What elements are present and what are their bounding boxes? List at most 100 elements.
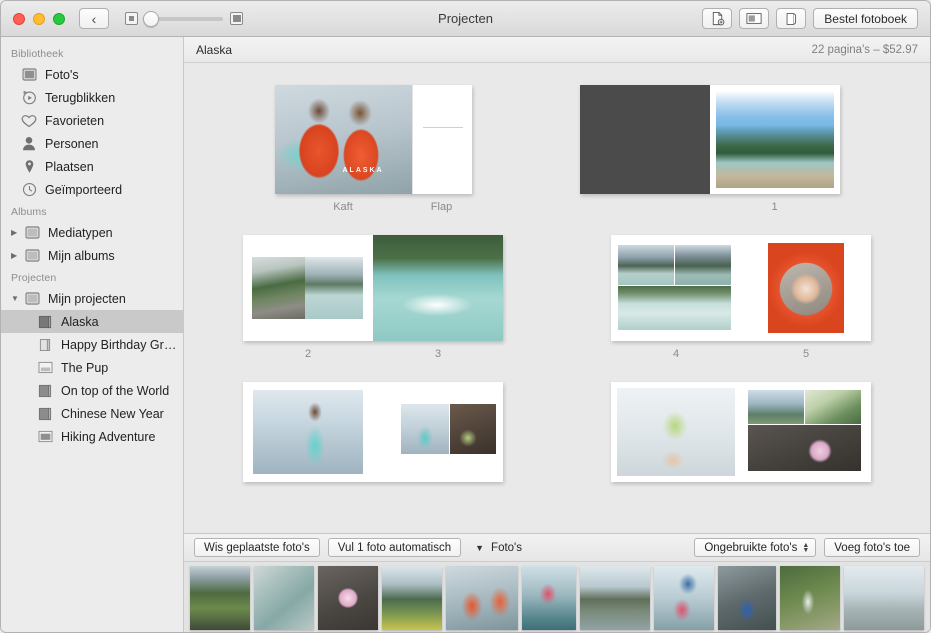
flap-page[interactable] xyxy=(412,85,472,194)
thumb-mountain-meadow[interactable] xyxy=(190,566,250,630)
spread-1[interactable]: 1 xyxy=(580,85,840,213)
sidebar-item-favorites[interactable]: Favorieten xyxy=(1,109,183,132)
spread-pages[interactable] xyxy=(243,235,503,341)
map-pin-icon xyxy=(21,159,37,175)
spread-pages[interactable]: ALASKA xyxy=(275,85,472,194)
layout-button[interactable] xyxy=(739,8,769,29)
thumb-girl-bluevest[interactable] xyxy=(718,566,776,630)
sidebar-item-label: Favorieten xyxy=(45,114,104,128)
spread-4-5[interactable]: 4 5 xyxy=(611,235,871,360)
page-2-photo-lake-reflection xyxy=(305,257,363,319)
sidebar-item-the-pup[interactable]: The Pup xyxy=(1,356,183,379)
clear-placed-photos-button[interactable]: Wis geplaatste foto's xyxy=(194,538,320,557)
sidebar-item-happy-birthday-grandma[interactable]: Happy Birthday Grandma! xyxy=(1,333,183,356)
spread-cover[interactable]: ALASKA Kaft Flap xyxy=(275,85,472,213)
spread-6-7[interactable] xyxy=(243,382,503,482)
page-2[interactable] xyxy=(243,235,373,341)
thumb-sea-anemone[interactable] xyxy=(318,566,378,630)
sidebar-item-hiking-adventure[interactable]: Hiking Adventure xyxy=(1,425,183,448)
minimize-button[interactable] xyxy=(33,13,45,25)
chevron-left-icon: ‹ xyxy=(92,12,97,26)
add-page-button[interactable] xyxy=(702,8,732,29)
photos-app-window: ‹ Projecten xyxy=(0,0,931,633)
sidebar-item-photos[interactable]: Foto's xyxy=(1,63,183,86)
page-4[interactable] xyxy=(611,235,741,341)
preview-book-button[interactable] xyxy=(776,8,806,29)
sidebar-item-label: Mediatypen xyxy=(48,226,113,240)
thumb-beach-two-people[interactable] xyxy=(844,566,924,630)
sidebar-item-on-top-of-the-world[interactable]: On top of the World xyxy=(1,379,183,402)
add-photos-button[interactable]: Voeg foto's toe xyxy=(824,538,920,557)
page-1[interactable] xyxy=(710,85,840,194)
slider-knob[interactable] xyxy=(143,11,159,27)
thumb-child-kayak[interactable] xyxy=(522,566,576,630)
thumb-hiker-trail[interactable] xyxy=(780,566,840,630)
spread-labels: 2 3 xyxy=(243,348,503,360)
spread-row: 2 3 xyxy=(184,235,930,360)
sidebar-item-chinese-new-year[interactable]: Chinese New Year xyxy=(1,402,183,425)
sidebar-item-media-types[interactable]: ▶ Mediatypen xyxy=(1,221,183,244)
sidebar-item-alaska[interactable]: Alaska xyxy=(1,310,183,333)
page-label: Kaft xyxy=(275,201,412,213)
spread-row xyxy=(184,382,930,482)
page-6-photo-girl-on-boat xyxy=(253,390,363,474)
page-9-photo-sea-anemone xyxy=(748,425,861,471)
sidebar-item-label: Mijn albums xyxy=(48,249,115,263)
disclosure-triangle-icon[interactable]: ▼ xyxy=(11,294,24,303)
page-blank-dark[interactable] xyxy=(580,85,710,194)
slideshow-icon xyxy=(37,360,53,376)
page-7[interactable] xyxy=(373,382,503,482)
sidebar-item-my-albums[interactable]: ▶ Mijn albums xyxy=(1,244,183,267)
sidebar-item-places[interactable]: Plaatsen xyxy=(1,155,183,178)
photo-filmstrip[interactable] xyxy=(184,561,930,633)
window-controls xyxy=(1,13,65,25)
book-icon xyxy=(37,383,53,399)
page-3[interactable] xyxy=(373,235,503,341)
sidebar-item-label: Hiking Adventure xyxy=(61,430,156,444)
zoom-button[interactable] xyxy=(53,13,65,25)
chevron-down-icon: ▼ xyxy=(475,543,484,553)
order-photobook-button[interactable]: Bestel fotoboek xyxy=(813,8,918,29)
toolbar-right: Bestel fotoboek xyxy=(702,8,930,29)
spread-pages[interactable] xyxy=(611,235,871,341)
page-8[interactable] xyxy=(611,382,741,482)
cover-page[interactable]: ALASKA xyxy=(275,85,412,194)
spread-pages[interactable] xyxy=(580,85,840,194)
spread-pages[interactable] xyxy=(243,382,503,482)
page-9[interactable] xyxy=(741,382,871,482)
page-add-icon xyxy=(710,11,725,26)
page-layout-icon xyxy=(746,12,762,25)
spread-8-9[interactable] xyxy=(611,382,871,482)
back-button[interactable]: ‹ xyxy=(79,8,109,29)
page-6[interactable] xyxy=(243,382,373,482)
sidebar-item-people[interactable]: Personen xyxy=(1,132,183,155)
up-down-arrows-icon: ▲▼ xyxy=(802,543,809,553)
spread-2-3[interactable]: 2 3 xyxy=(243,235,503,360)
thumb-dad-daughter-boat[interactable] xyxy=(654,566,714,630)
spread-pages[interactable] xyxy=(611,382,871,482)
photos-icon xyxy=(21,67,37,83)
calendar-icon xyxy=(37,429,53,445)
flap-text-line xyxy=(423,127,463,128)
thumbnail-size-slider[interactable] xyxy=(125,12,243,25)
disclosure-triangle-icon[interactable]: ▶ xyxy=(11,251,24,260)
close-button[interactable] xyxy=(13,13,25,25)
sidebar-item-label: Personen xyxy=(45,137,99,151)
sidebar-item-imported[interactable]: Geïmporteerd xyxy=(1,178,183,201)
page-5[interactable] xyxy=(741,235,871,341)
book-canvas[interactable]: ALASKA Kaft Flap xyxy=(184,63,930,533)
slider-track[interactable] xyxy=(145,17,223,21)
page-8-photo-dad-and-girl xyxy=(617,388,735,476)
source-popup-label: Foto's xyxy=(491,542,522,554)
sidebar-item-my-projects[interactable]: ▼ Mijn projecten xyxy=(1,287,183,310)
source-popup[interactable]: ▼ Foto's xyxy=(469,540,528,556)
photo-filter-popup[interactable]: Ongebruikte foto's ▲▼ xyxy=(694,538,816,557)
window-body: Bibliotheek Foto's Terugblikken Favoriet… xyxy=(1,37,930,633)
thumb-kids-lifevests[interactable] xyxy=(446,566,518,630)
thumb-sea-cliff[interactable] xyxy=(580,566,650,630)
thumb-shore-flowers[interactable] xyxy=(382,566,442,630)
autofill-button[interactable]: Vul 1 foto automatisch xyxy=(328,538,461,557)
sidebar-item-memories[interactable]: Terugblikken xyxy=(1,86,183,109)
disclosure-triangle-icon[interactable]: ▶ xyxy=(11,228,24,237)
thumb-map[interactable] xyxy=(254,566,314,630)
